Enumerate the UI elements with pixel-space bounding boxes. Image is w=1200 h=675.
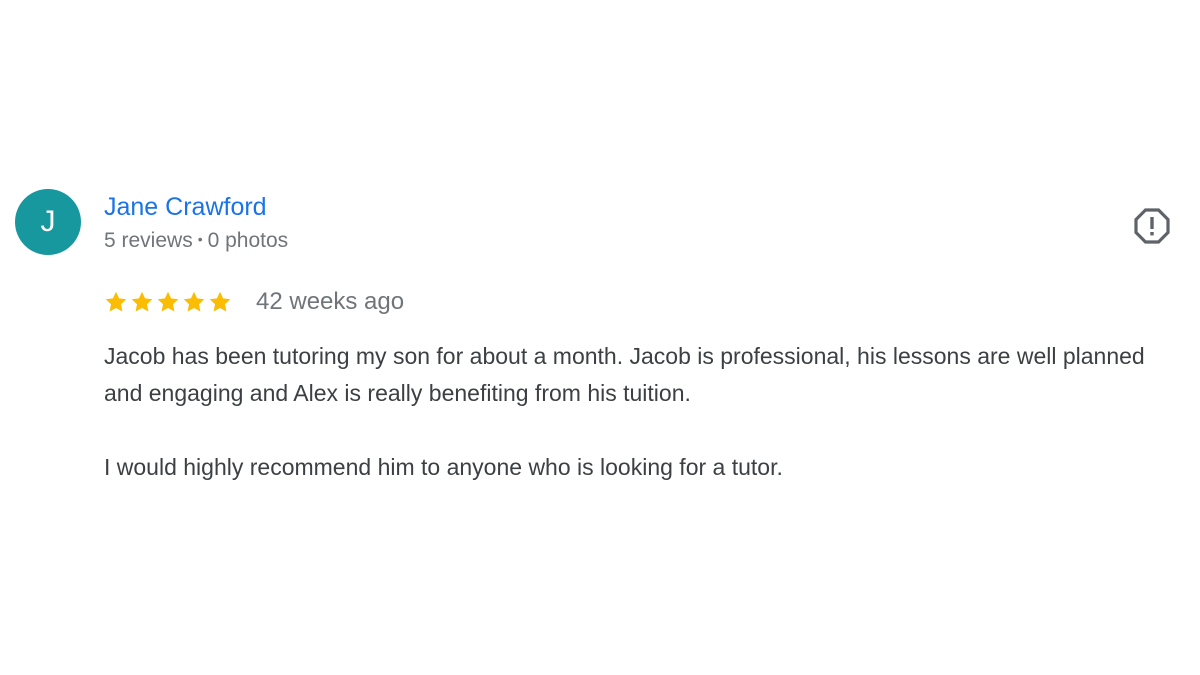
star-icon — [209, 291, 231, 312]
star-icon — [183, 291, 205, 312]
star-icon — [105, 291, 127, 312]
avatar[interactable]: J — [15, 189, 81, 255]
star-rating — [104, 290, 232, 314]
meta-separator: • — [197, 231, 203, 248]
report-review-button[interactable] — [1133, 207, 1171, 245]
review-paragraph: I would highly recommend him to anyone w… — [104, 454, 783, 480]
rating-row: 42 weeks ago — [104, 286, 404, 318]
review-paragraph: Jacob has been tutoring my son for about… — [104, 343, 1145, 406]
review-text: Jacob has been tutoring my son for about… — [104, 338, 1184, 486]
reviews-count: 5 reviews — [104, 229, 193, 252]
author-name-link[interactable]: Jane Crawford — [104, 192, 267, 222]
avatar-initial: J — [40, 205, 56, 238]
star-icon — [131, 291, 153, 312]
review-date: 42 weeks ago — [256, 288, 405, 315]
star-icon — [157, 291, 179, 312]
photos-count: 0 photos — [207, 229, 289, 252]
review-card: J Jane Crawford 5 reviews • 0 photos 42 we… — [0, 0, 1200, 675]
author-meta: 5 reviews • 0 photos — [104, 228, 288, 254]
report-flag-icon — [1134, 208, 1170, 244]
